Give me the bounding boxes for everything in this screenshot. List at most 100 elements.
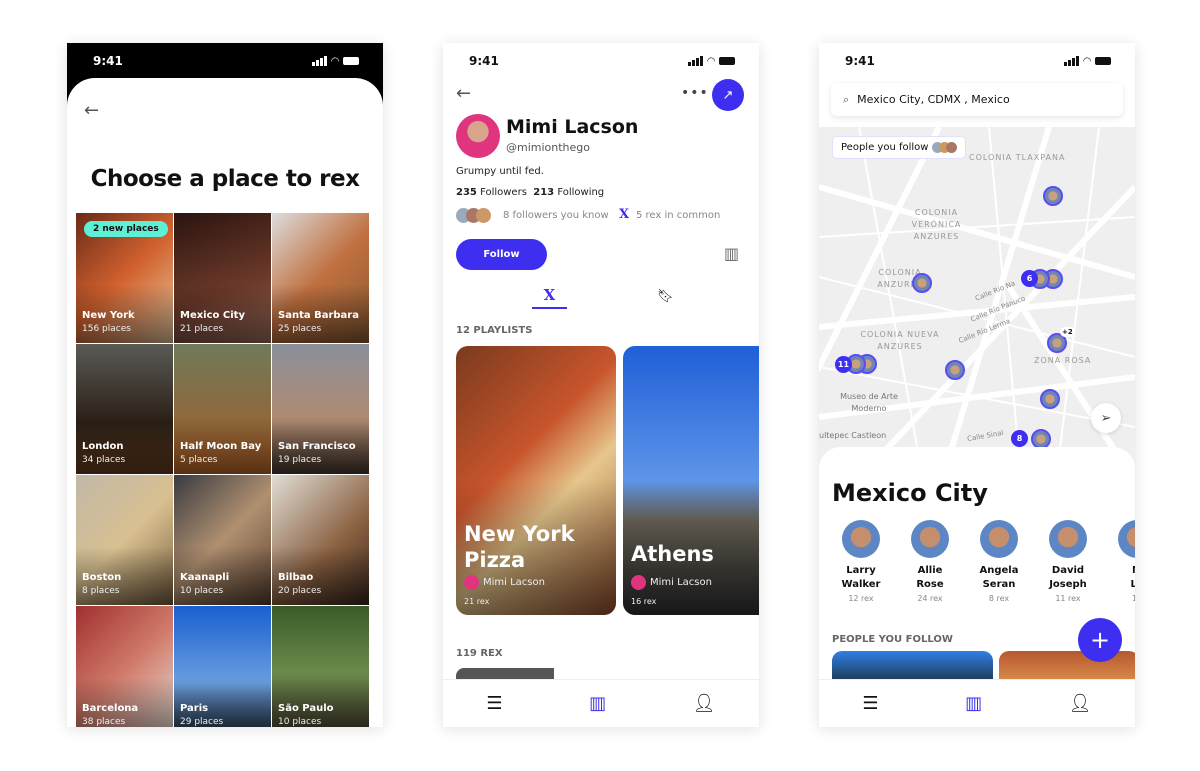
feed-icon[interactable]: ☰ [862,693,878,714]
location-search-input[interactable]: ⌕ Mexico City, CDMX , Mexico [831,83,1123,116]
playlist-count: 16 rex [631,597,657,606]
locate-me-button[interactable]: ➢ [1091,403,1121,433]
place-tile[interactable]: Barcelona 38 places [76,606,173,727]
place-tile[interactable]: Mexico City 21 places [174,213,271,343]
add-button[interactable]: + [1078,618,1122,662]
playlist-title: Athens [631,542,714,566]
profile-handle: @mimionthego [506,141,591,154]
person-item[interactable]: Angela Seran 8 rex [964,520,1034,603]
map-label: COLONIA NUEVA ANZURES [860,330,940,351]
map-search-icon[interactable]: ▥ [589,693,606,714]
bottom-tab-bar: ☰ ▥ 👤︎ [819,679,1135,727]
map-pin[interactable] [1040,389,1060,409]
cluster-count[interactable]: 6 [1021,270,1038,287]
place-name: London [82,441,124,452]
map-label: Museo de Arte Moderno [840,392,898,413]
place-count: 38 places [82,717,126,727]
signal-icon [688,56,704,66]
place-count: 10 places [278,717,322,727]
navigation-arrow-icon: ➢ [1100,410,1112,426]
map-pin[interactable] [1031,429,1051,449]
rex-logo-icon: X [619,207,630,222]
map-search-icon[interactable]: ▥ [965,693,982,714]
person-item[interactable]: MLa 19 [1102,520,1135,603]
person-name: David Joseph [1049,565,1087,590]
places-grid: 2 new placesNew York156 placesMexico Cit… [76,213,370,727]
place-tile[interactable]: Boston 8 places [76,475,173,605]
followers-you-know[interactable]: 8 followers you know [503,210,609,221]
page-title: Choose a place to rex [90,166,360,192]
place-name: Paris [180,703,209,714]
place-count: 19 places [278,455,322,465]
place-tile[interactable]: Santa Barbara 25 places [272,213,369,343]
place-name: Boston [82,572,122,583]
profile-icon[interactable]: 👤︎ [693,693,716,714]
map-pin[interactable] [945,360,965,380]
cluster-count[interactable]: 8 [1011,430,1028,447]
followers-count: 235 [456,187,477,198]
person-item[interactable]: Larry Walker 12 rex [826,520,896,603]
place-name: São Paulo [278,703,334,714]
share-button[interactable]: ↗ [712,79,744,111]
place-name: New York [82,310,135,321]
playlist-author: Mimi Lacson [464,575,545,590]
place-name: Mexico City [180,310,245,321]
person-rex-count: 19 [1131,594,1135,603]
place-tile[interactable]: London 34 places [76,344,173,474]
feed-icon[interactable]: ☰ [486,693,502,714]
place-name: San Francisco [278,441,356,452]
playlist-title: New York Pizza [464,522,575,572]
person-item[interactable]: David Joseph 11 rex [1033,520,1103,603]
place-count: 34 places [82,455,126,465]
person-item[interactable]: Allie Rose 24 rex [895,520,965,603]
back-arrow-icon[interactable]: ← [84,100,99,121]
follow-stats[interactable]: 235 Followers 213 Following [456,187,604,198]
people-you-follow-filter[interactable]: People you follow [832,136,967,159]
bio: Grumpy until fed. [456,166,544,177]
follow-button[interactable]: Follow [456,239,547,270]
place-tile[interactable]: Paris 29 places [174,606,271,727]
map-icon[interactable]: ▥ [724,244,739,263]
person-rex-count: 24 rex [917,594,943,603]
person-rex-count: 12 rex [848,594,874,603]
status-bar: 9:41 ◠ [443,43,759,79]
rex-in-common: 5 rex in common [636,210,721,221]
place-name: Barcelona [82,703,139,714]
playlist-card[interactable]: Athens Mimi Lacson 16 rex [623,346,759,615]
status-icons: ◠ [312,56,359,67]
map-pin[interactable] [912,273,932,293]
place-tile[interactable]: Kaanapli 10 places [174,475,271,605]
place-tile[interactable]: São Paulo 10 places [272,606,369,727]
place-count: 10 places [180,586,224,596]
tab-rex[interactable]: X [532,286,567,309]
status-icons: ◠ [1064,56,1111,67]
place-tile[interactable]: 2 new placesNew York156 places [76,213,173,343]
person-name: Allie Rose [916,565,944,590]
place-tile[interactable]: San Francisco 19 places [272,344,369,474]
more-options-icon[interactable]: ••• [681,85,709,101]
map-pin[interactable] [1043,186,1063,206]
tab-saved-bookmark-icon[interactable]: 🔖︎ [657,289,674,304]
place-count: 8 places [82,586,120,596]
map-label: ultepec Castleon [819,431,887,440]
map-label: COLONIA VERÓNICA ANZURES [911,208,962,241]
playlist-card[interactable]: New York Pizza Mimi Lacson 21 rex [456,346,616,615]
profile-name: Mimi Lacson [506,116,639,138]
place-tile[interactable]: Half Moon Bay 5 places [174,344,271,474]
cluster-count[interactable]: 11 [835,356,852,373]
status-icons: ◠ [688,56,735,67]
cluster-count[interactable]: +2 [1060,327,1075,337]
map-view[interactable]: COLONIA TLAXPANA COLONIA VERÓNICA ANZURE… [819,127,1135,457]
rex-header: 119 REX [456,648,503,659]
place-tile[interactable]: Bilbao 20 places [272,475,369,605]
person-name: MLa [1130,565,1135,590]
person-avatar [980,520,1018,558]
city-title: Mexico City [832,479,988,507]
signal-icon [312,56,328,66]
profile-icon[interactable]: 👤︎ [1069,693,1092,714]
back-arrow-icon[interactable]: ← [456,83,471,104]
playlists-header: 12 PLAYLISTS [456,325,533,336]
place-count: 156 places [82,324,131,334]
follow-card[interactable] [832,651,993,681]
wifi-icon: ◠ [707,55,715,67]
